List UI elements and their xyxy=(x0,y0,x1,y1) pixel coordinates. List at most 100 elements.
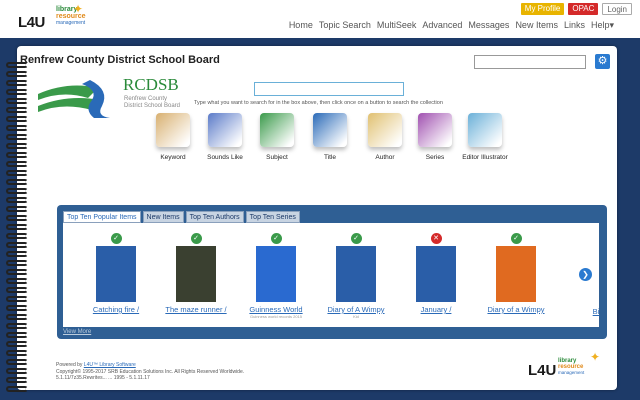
nav-advanced[interactable]: Advanced xyxy=(422,20,462,31)
rcdsb-logo xyxy=(38,80,110,118)
book-cover[interactable] xyxy=(416,246,456,302)
rcdsb-sub-line-2: District School Board xyxy=(124,103,181,109)
unavailable-x-icon: ✕ xyxy=(430,233,442,244)
nav-messages[interactable]: Messages xyxy=(468,20,509,31)
spiral-coil xyxy=(6,323,28,329)
search-button-title[interactable]: Title xyxy=(305,113,355,161)
book-cover[interactable] xyxy=(336,246,376,302)
main-search-input[interactable] xyxy=(254,82,404,96)
book-spacer xyxy=(556,223,636,304)
spiral-coil xyxy=(6,332,28,338)
book-subtitle: Guinness world records 2015 xyxy=(249,314,303,319)
nav-links[interactable]: Links xyxy=(564,20,585,31)
gear-icon[interactable]: ⚙ xyxy=(595,54,610,69)
spiral-coil xyxy=(6,296,28,302)
book-item[interactable]: ✕ January / xyxy=(396,223,476,314)
my-profile-button[interactable]: My Profile xyxy=(520,3,565,15)
book-item[interactable]: ✓ Catching fire / xyxy=(76,223,156,314)
footer-logo-text: L4U xyxy=(528,362,557,379)
spiral-coil xyxy=(6,161,28,167)
page-title: Renfrew County District School Board xyxy=(20,54,220,66)
spiral-coil xyxy=(6,125,28,131)
available-check-icon: ✓ xyxy=(270,233,282,244)
book-cover[interactable] xyxy=(256,246,296,302)
spiral-coil xyxy=(6,377,28,383)
book-cover[interactable] xyxy=(176,246,216,302)
spiral-coil xyxy=(6,152,28,158)
book-title-link[interactable]: Catching fire / xyxy=(76,305,156,314)
spiral-coil xyxy=(6,179,28,185)
nav-topic-search[interactable]: Topic Search xyxy=(319,20,371,31)
nav-new-items[interactable]: New Items xyxy=(515,20,558,31)
spiral-coil xyxy=(6,170,28,176)
tab-top-ten-popular[interactable]: Top Ten Popular Items xyxy=(63,211,141,223)
spiral-coil xyxy=(6,242,28,248)
rcdsb-abbr: RCDSB xyxy=(123,75,179,94)
spiral-coil xyxy=(6,224,28,230)
spiral-coil xyxy=(6,89,28,95)
search-hint: Type what you want to search for in the … xyxy=(194,100,443,106)
spiral-coil xyxy=(6,116,28,122)
book-item[interactable]: Bi xyxy=(556,223,636,316)
book-title-link[interactable]: Bi xyxy=(556,307,636,316)
spiral-coil xyxy=(6,341,28,347)
book-item[interactable]: ✓ Diary of A Wimpy Kid xyxy=(316,223,396,319)
search-button-series[interactable]: Series xyxy=(410,113,460,161)
main-nav: Home Topic Search MultiSeek Advanced Mes… xyxy=(289,20,614,31)
search-button-sounds-like[interactable]: Sounds Like xyxy=(200,113,250,161)
book-cover[interactable] xyxy=(96,246,136,302)
available-check-icon: ✓ xyxy=(510,233,522,244)
spiral-coil xyxy=(6,278,28,284)
book-item[interactable]: ✓ The maze runner / xyxy=(156,223,236,314)
l4u-logo[interactable]: L4U library resource management ✦ xyxy=(18,2,86,36)
available-check-icon: ✓ xyxy=(110,233,122,244)
search-button-label: Title xyxy=(323,154,337,161)
next-arrow-icon[interactable]: ❯ xyxy=(579,268,592,281)
book-item[interactable]: ✓ Guinness World Guinness world records 20… xyxy=(236,223,316,319)
spiral-coil xyxy=(6,107,28,113)
quick-search-input[interactable] xyxy=(474,55,586,69)
search-button-label: Sounds Like xyxy=(207,154,243,161)
spiral-coil xyxy=(6,314,28,320)
search-button-label: Series xyxy=(425,154,445,161)
tab-new-items[interactable]: New Items xyxy=(142,211,184,223)
book-title-link[interactable]: January / xyxy=(396,305,476,314)
book-title-link[interactable]: Diary of A Wimpy xyxy=(316,305,396,314)
spiral-coil xyxy=(6,143,28,149)
tab-top-ten-series[interactable]: Top Ten Series xyxy=(245,211,300,223)
spiral-coil xyxy=(6,206,28,212)
nav-home[interactable]: Home xyxy=(289,20,313,31)
version: 5.1.11/7z35.Rewrites... ... 1995 - 5.1.1… xyxy=(56,375,150,381)
opac-button[interactable]: OPAC xyxy=(568,3,599,15)
nav-help[interactable]: Help▾ xyxy=(591,20,614,31)
login-button[interactable]: Login xyxy=(602,3,632,15)
book-title-link[interactable]: The maze runner / xyxy=(156,305,236,314)
powered-link[interactable]: L4U™ Library Software xyxy=(84,362,136,368)
book-subtitle: Kid xyxy=(353,314,359,319)
search-button-editor-illustrator[interactable]: Editor Illustrator xyxy=(460,113,510,161)
series-books-icon xyxy=(418,113,452,147)
search-button-author[interactable]: Author xyxy=(360,113,410,161)
search-button-label: Author xyxy=(375,154,395,161)
available-check-icon: ✓ xyxy=(190,233,202,244)
spiral-coil xyxy=(6,98,28,104)
spiral-binding xyxy=(6,62,28,394)
footer-logo-line-3: management xyxy=(558,370,585,375)
search-button-keyword[interactable]: Keyword xyxy=(148,113,198,161)
rcdsb-subtitle: Renfrew County District School Board xyxy=(124,96,180,110)
spiral-coil xyxy=(6,80,28,86)
footer-logo-tagline: library resource management xyxy=(558,358,584,376)
nav-multiseek[interactable]: MultiSeek xyxy=(377,20,417,31)
view-more-link[interactable]: View More xyxy=(63,329,91,335)
book-title-link[interactable]: Diary of a Wimpy xyxy=(476,305,556,314)
book-title-link[interactable]: Guinness World xyxy=(236,305,316,314)
search-button-subject[interactable]: Subject xyxy=(252,113,302,161)
search-button-label: Keyword xyxy=(160,154,186,161)
book-cover[interactable] xyxy=(496,246,536,302)
tab-top-ten-authors[interactable]: Top Ten Authors xyxy=(185,211,244,223)
book-item[interactable]: ✓ Diary of a Wimpy xyxy=(476,223,556,314)
powered-prefix: Powered by xyxy=(56,362,83,368)
spiral-coil xyxy=(6,215,28,221)
spiral-coil xyxy=(6,251,28,257)
search-button-label: Editor Illustrator xyxy=(462,154,508,161)
